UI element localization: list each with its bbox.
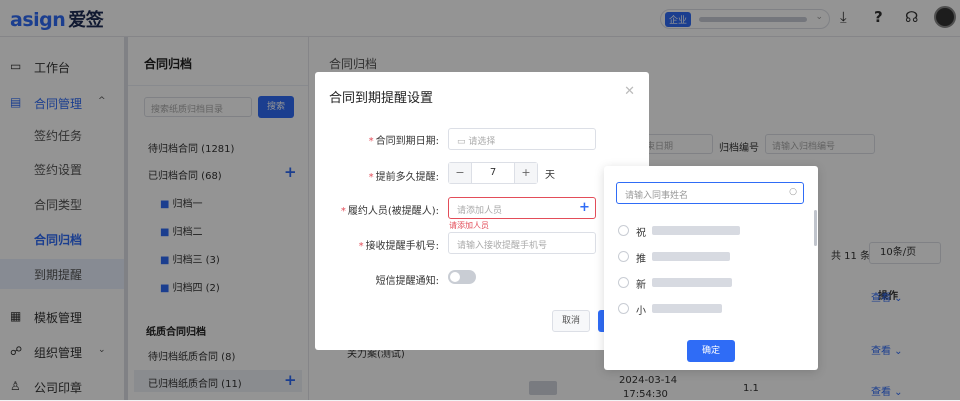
sms-label: 短信提醒通知:	[375, 276, 439, 287]
toggle-knob	[450, 272, 460, 282]
calendar-icon: ▭	[457, 137, 469, 147]
phone-input[interactable]: 请输入接收提醒手机号	[448, 232, 596, 254]
add-person-icon[interactable]: +	[579, 200, 590, 215]
radio-button[interactable]	[618, 277, 629, 288]
colleague-search-input[interactable]: 请输入同事姓名 ○	[616, 182, 804, 204]
dialog-title: 合同到期提醒设置	[329, 91, 434, 106]
redacted-name	[652, 304, 722, 313]
radio-button[interactable]	[618, 303, 629, 314]
list-item[interactable]: 新	[618, 274, 798, 294]
signer-error-text: 请添加人员	[449, 221, 489, 230]
expiry-reminder-dialog: 合同到期提醒设置 ✕ * 合同到期日期: ▭ 请选择 * 提前多久提醒: − 7 +…	[315, 72, 649, 350]
unit-label: 天	[545, 170, 555, 181]
signer-label: * 履约人员(被提醒人):	[340, 206, 439, 217]
expiry-date-label: * 合同到期日期:	[368, 136, 439, 147]
list-item[interactable]: 祝	[618, 222, 798, 242]
redacted-name	[652, 252, 730, 261]
list-item[interactable]: 推	[618, 248, 798, 268]
sms-toggle[interactable]	[448, 270, 476, 284]
picker-confirm-button[interactable]: 确定	[687, 340, 735, 362]
list-item[interactable]: 小	[618, 300, 798, 320]
advance-days-stepper[interactable]: − 7 +	[448, 162, 538, 184]
picker-scrollbar[interactable]	[814, 210, 817, 246]
close-icon[interactable]: ✕	[624, 84, 635, 99]
radio-button[interactable]	[618, 225, 629, 236]
expiry-date-picker[interactable]: ▭ 请选择	[448, 128, 596, 150]
phone-label: * 接收提醒手机号:	[358, 241, 439, 252]
redacted-name	[652, 278, 732, 287]
signer-field[interactable]: 请添加人员	[448, 197, 596, 219]
cancel-button[interactable]: 取消	[552, 310, 590, 332]
radio-button[interactable]	[618, 251, 629, 262]
redacted-name	[652, 226, 740, 235]
advance-label: * 提前多久提醒:	[368, 172, 439, 183]
increment-button[interactable]: +	[514, 163, 537, 183]
search-icon: ○	[789, 187, 797, 197]
person-picker-popup: 请输入同事姓名 ○ 祝 推 新 小 确定	[604, 166, 818, 370]
decrement-button[interactable]: −	[449, 163, 472, 183]
stepper-value[interactable]: 7	[471, 167, 515, 178]
